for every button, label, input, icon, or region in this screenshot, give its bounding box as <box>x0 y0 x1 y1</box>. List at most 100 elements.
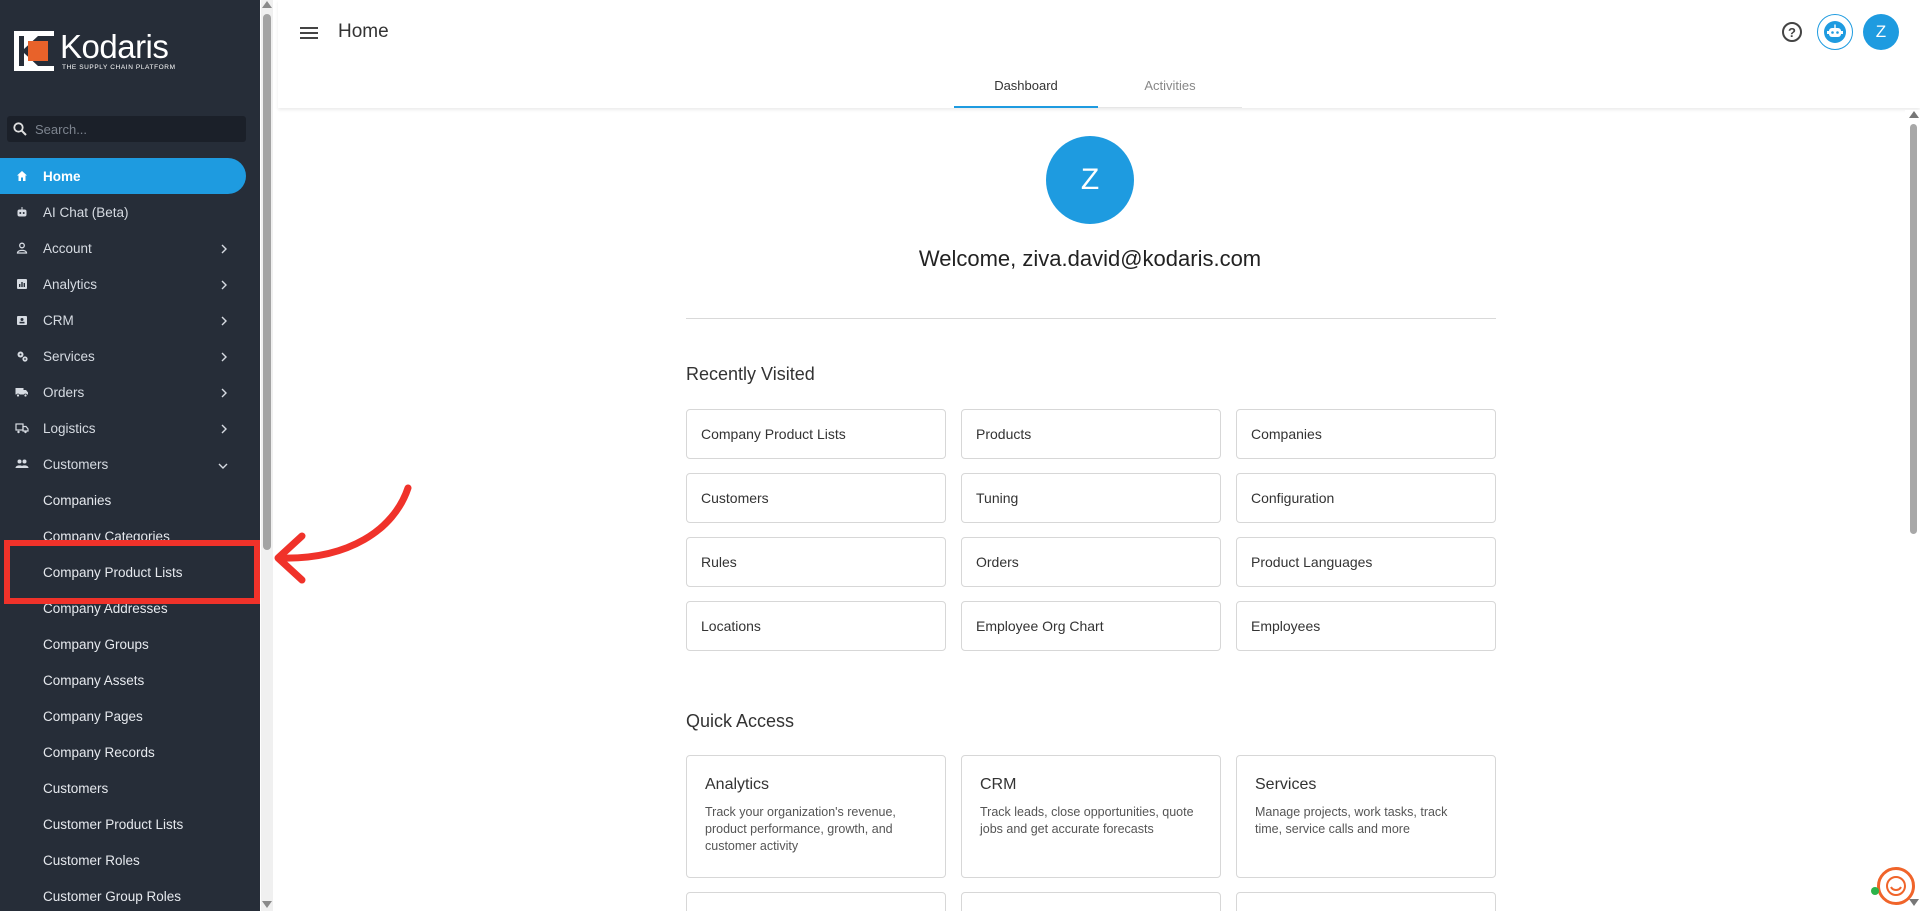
sidebar-item-account[interactable]: Account <box>0 230 246 266</box>
sidebar-item-label: Orders <box>43 384 85 400</box>
sidebar-item-label: Services <box>43 348 95 364</box>
top-header: Home ? Z Dashboard Activities <box>278 0 1920 108</box>
sidebar-subitem-company-groups[interactable]: Company Groups <box>0 626 246 662</box>
recent-card[interactable]: Employee Org Chart <box>961 601 1221 651</box>
scroll-up-arrow-icon[interactable] <box>262 1 272 8</box>
chevron-right-icon <box>220 242 228 257</box>
sidebar-item-crm[interactable]: CRM <box>0 302 246 338</box>
profile-avatar: Z <box>1046 136 1134 224</box>
chevron-right-icon <box>220 278 228 293</box>
quick-access-heading: Quick Access <box>686 711 795 731</box>
person-icon <box>15 241 29 255</box>
robot-icon <box>1824 21 1846 43</box>
kodaris-logo[interactable]: Kodaris THE SUPPLY CHAIN PLATFORM <box>14 30 176 71</box>
quick-access-card[interactable] <box>961 892 1221 911</box>
robot-icon <box>15 205 29 219</box>
chat-support-button[interactable] <box>1877 867 1915 905</box>
sidebar-subitem-customer-product-lists[interactable]: Customer Product Lists <box>0 806 246 842</box>
annotation-highlight-box <box>4 540 260 604</box>
sidebar-item-logistics[interactable]: Logistics <box>0 410 246 446</box>
chevron-right-icon <box>220 350 228 365</box>
quick-access-grid: Analytics Track your organization's reve… <box>686 755 1496 878</box>
quick-access-card[interactable] <box>1236 892 1496 911</box>
sidebar-nav: Home AI Chat (Beta) Account Analytics CR… <box>0 158 246 911</box>
recent-card[interactable]: Rules <box>686 537 946 587</box>
recent-card[interactable]: Orders <box>961 537 1221 587</box>
chevron-right-icon <box>220 386 228 401</box>
recent-card[interactable]: Products <box>961 409 1221 459</box>
tab-dashboard[interactable]: Dashboard <box>954 68 1098 108</box>
contact-card-icon <box>15 313 29 327</box>
delivery-icon <box>15 421 29 435</box>
user-avatar[interactable]: Z <box>1863 14 1899 50</box>
recent-card[interactable]: Tuning <box>961 473 1221 523</box>
sidebar-search <box>7 116 246 142</box>
sidebar-subitem-company-records[interactable]: Company Records <box>0 734 246 770</box>
sidebar-subitem-company-assets[interactable]: Company Assets <box>0 662 246 698</box>
search-icon <box>13 122 27 136</box>
recent-card[interactable]: Locations <box>686 601 946 651</box>
hamburger-menu-icon[interactable] <box>300 24 318 40</box>
tab-activities[interactable]: Activities <box>1098 68 1242 108</box>
recent-card[interactable]: Product Languages <box>1236 537 1496 587</box>
scroll-down-arrow-icon[interactable] <box>262 901 272 908</box>
recent-card[interactable]: Company Product Lists <box>686 409 946 459</box>
quick-access-title: Services <box>1255 776 1317 793</box>
page-title: Home <box>338 21 389 42</box>
main-scrollbar-thumb[interactable] <box>1910 124 1917 534</box>
sidebar-subitem-customers[interactable]: Customers <box>0 770 246 806</box>
logo-tagline: THE SUPPLY CHAIN PLATFORM <box>62 64 176 71</box>
welcome-message: Welcome, ziva.david@kodaris.com <box>918 246 1262 271</box>
sidebar-item-analytics[interactable]: Analytics <box>0 266 246 302</box>
logo-name: Kodaris <box>60 28 169 65</box>
recent-card[interactable]: Configuration <box>1236 473 1496 523</box>
quick-access-description: Track leads, close opportunities, quote … <box>980 805 1194 836</box>
sidebar-subitem-companies[interactable]: Companies <box>0 482 246 518</box>
sidebar-item-label: CRM <box>43 312 74 328</box>
gears-icon <box>15 349 29 363</box>
sidebar-item-orders[interactable]: Orders <box>0 374 246 410</box>
sidebar-item-label: AI Chat (Beta) <box>43 204 129 220</box>
recently-visited-grid: Company Product Lists Products Companies… <box>686 409 1496 651</box>
home-icon <box>15 169 29 183</box>
ai-assistant-button[interactable] <box>1817 14 1853 50</box>
chevron-right-icon <box>220 314 228 329</box>
kodaris-logo-mark-icon <box>14 30 54 71</box>
sidebar-subitem-customer-group-roles[interactable]: Customer Group Roles <box>0 878 246 911</box>
sidebar-item-label: Account <box>43 240 92 256</box>
chevron-down-icon <box>218 458 228 473</box>
online-status-dot <box>1871 887 1879 895</box>
sidebar: Kodaris THE SUPPLY CHAIN PLATFORM Home A… <box>0 0 260 911</box>
help-icon[interactable]: ? <box>1782 22 1802 42</box>
sidebar-item-label: Logistics <box>43 420 96 436</box>
quick-access-card-analytics[interactable]: Analytics Track your organization's reve… <box>686 755 946 878</box>
recent-card[interactable]: Companies <box>1236 409 1496 459</box>
chat-face-icon <box>1886 876 1906 896</box>
truck-icon <box>15 385 29 399</box>
scroll-down-arrow-icon[interactable] <box>1909 899 1919 906</box>
analytics-icon <box>15 277 29 291</box>
recent-card[interactable]: Employees <box>1236 601 1496 651</box>
sidebar-item-home[interactable]: Home <box>0 158 246 194</box>
sidebar-subitem-company-pages[interactable]: Company Pages <box>0 698 246 734</box>
sidebar-item-services[interactable]: Services <box>0 338 246 374</box>
quick-access-title: CRM <box>980 776 1017 793</box>
quick-access-card[interactable] <box>686 892 946 911</box>
quick-access-description: Manage projects, work tasks, track time,… <box>1255 805 1448 836</box>
scroll-up-arrow-icon[interactable] <box>1909 111 1919 118</box>
quick-access-card-services[interactable]: Services Manage projects, work tasks, tr… <box>1236 755 1496 878</box>
quick-access-card-crm[interactable]: CRM Track leads, close opportunities, qu… <box>961 755 1221 878</box>
search-input[interactable] <box>35 121 225 137</box>
people-icon <box>15 457 29 471</box>
dashboard-tabs: Dashboard Activities <box>954 68 1242 108</box>
sidebar-item-customers[interactable]: Customers <box>0 446 246 482</box>
quick-access-description: Track your organization's revenue, produ… <box>705 805 896 853</box>
sidebar-scrollbar-thumb[interactable] <box>263 14 271 550</box>
sidebar-subitem-customer-roles[interactable]: Customer Roles <box>0 842 246 878</box>
sidebar-item-label: Home <box>43 168 81 184</box>
sidebar-item-ai-chat[interactable]: AI Chat (Beta) <box>0 194 246 230</box>
quick-access-grid-next-row <box>686 892 1496 911</box>
quick-access-title: Analytics <box>705 776 770 793</box>
annotation-arrow-icon <box>274 484 412 584</box>
recent-card[interactable]: Customers <box>686 473 946 523</box>
